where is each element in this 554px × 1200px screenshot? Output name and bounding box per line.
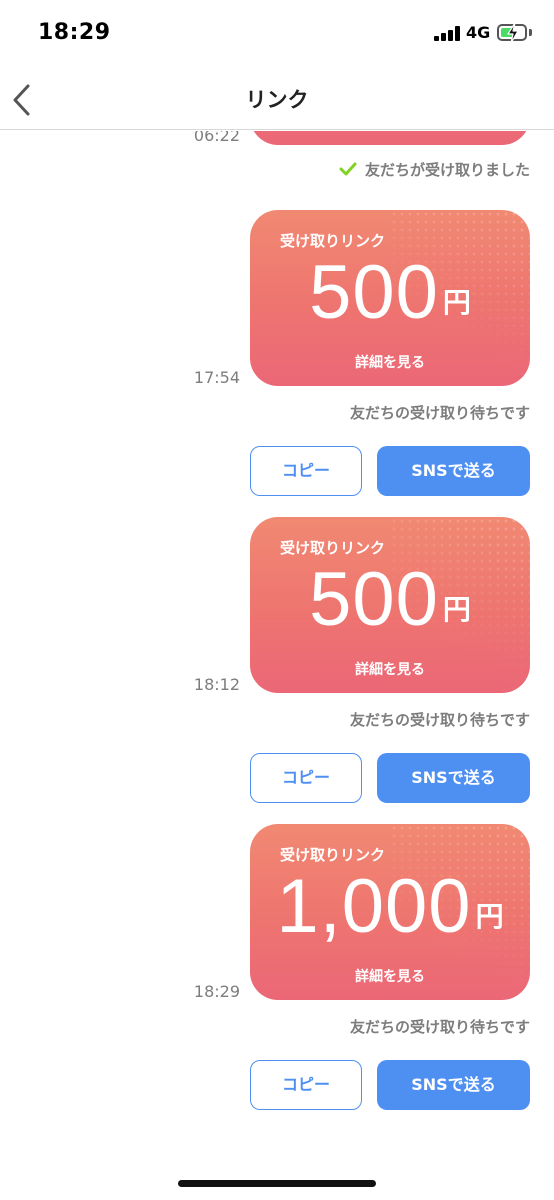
view-details-link[interactable]: 詳細を見る [250,352,530,372]
card-amount: 1,000 [276,864,472,949]
checkmark-icon [339,162,357,176]
card-amount-row: 500 円 [250,248,530,338]
message-time: 18:29 [193,982,240,1001]
copy-button[interactable]: コピー [250,753,362,803]
page-title: リンク [245,88,309,112]
battery-cap [529,29,532,36]
network-type: 4G [466,23,491,42]
send-via-sns-button[interactable]: SNSで送る [377,446,530,496]
send-via-sns-button[interactable]: SNSで送る [377,753,530,803]
pending-status: 友だちの受け取り待ちです [349,1018,530,1036]
received-status: 友だちが受け取りました [339,159,530,180]
signal-strength-icon [434,25,460,41]
copy-button[interactable]: コピー [250,1060,362,1110]
card-amount-row: 500 円 [250,555,530,645]
view-details-link[interactable]: 詳細を見る [250,966,530,986]
card-amount-row: 1,000 円 [250,862,530,952]
send-via-sns-button[interactable]: SNSで送る [377,1060,530,1110]
message-time: 18:12 [193,675,240,694]
card-currency: 円 [442,286,471,319]
link-card[interactable]: 受け取りリンク 500 円 詳細を見る [250,210,530,386]
status-bar: 18:29 4G [0,0,554,70]
link-card[interactable]: 受け取りリンク 500 円 詳細を見る [250,517,530,693]
copy-button[interactable]: コピー [250,446,362,496]
status-time: 18:29 [38,20,111,45]
card-amount: 500 [309,250,439,335]
received-status-text: 友だちが受け取りました [364,161,530,179]
card-currency: 円 [475,900,504,933]
message-time: 06:22 [193,131,240,145]
card-amount: 500 [309,557,439,642]
card-currency: 円 [442,593,471,626]
nav-bar: リンク [0,70,554,130]
link-card-partial[interactable] [250,131,530,145]
message-time: 17:54 [193,368,240,387]
link-card[interactable]: 受け取りリンク 1,000 円 詳細を見る [250,824,530,1000]
charging-bolt-icon [507,22,519,44]
view-details-link[interactable]: 詳細を見る [250,659,530,679]
pending-status: 友だちの受け取り待ちです [349,711,530,729]
link-history-list[interactable]: 06:22 友だちが受け取りました 受け取りリンク 500 円 詳細を見る 17:… [0,131,554,1200]
home-indicator[interactable] [178,1180,376,1187]
pending-status: 友だちの受け取り待ちです [349,404,530,422]
